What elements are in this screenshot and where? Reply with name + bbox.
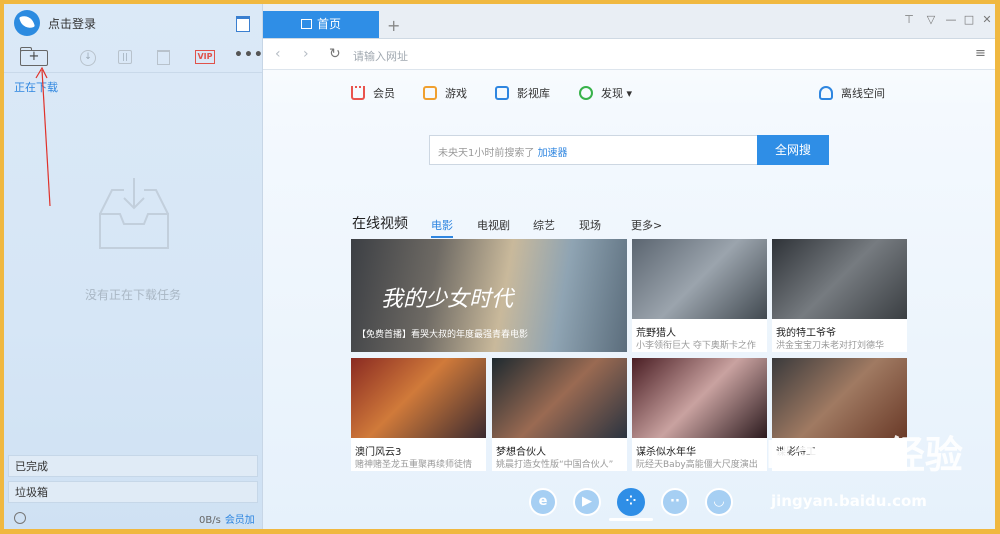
new-tab-button[interactable]: + xyxy=(387,16,400,35)
section-title: 在线视频 xyxy=(352,216,408,232)
tab-bar: 首页 + ⊤ ▽ — □ ✕ xyxy=(263,4,995,39)
more-button[interactable]: ••• xyxy=(234,48,263,66)
video-tile[interactable]: 我的特工爷爷 洪金宝宝刀未老对打刘德华 xyxy=(772,239,907,352)
smile-dock-icon[interactable]: ◡ xyxy=(705,488,733,516)
category-completed[interactable]: 已完成 xyxy=(8,455,258,477)
search-button[interactable]: 全网搜 xyxy=(757,135,829,165)
menu-icon[interactable]: ≡ xyxy=(975,47,986,61)
empty-inbox-icon xyxy=(99,178,169,249)
featured-video[interactable]: 我的少女时代 【免费首播】看哭大叔的年度最强青春电影 xyxy=(351,239,627,352)
video-tile[interactable]: 梦想合伙人 姚晨打造女性版“中国合伙人” xyxy=(492,358,627,471)
skin-icon[interactable]: ⊤ xyxy=(903,14,915,26)
app-window: 点击登录 + ↓ || VIP ••• 正在下载 没有正在下载任务 已完成 垃圾… xyxy=(4,4,995,529)
video-thumbnail xyxy=(492,358,627,438)
download-panel: 点击登录 + ↓ || VIP ••• 正在下载 没有正在下载任务 已完成 垃圾… xyxy=(4,4,263,529)
game-icon xyxy=(423,86,437,100)
search-placeholder: 未央天1小时前搜索了 加速器 xyxy=(438,148,568,159)
crown-icon xyxy=(351,86,365,100)
back-icon[interactable]: ‹ xyxy=(275,46,281,62)
vip-button[interactable]: VIP xyxy=(195,50,215,64)
home-icon xyxy=(300,19,312,29)
video-tile[interactable]: 谋杀似水年华 阮经天Baby高能僵大尺度演出 xyxy=(632,358,767,471)
watermark-logo: Baidu经验 xyxy=(765,433,963,477)
address-bar: ‹ › ↻ 请输入网址 ≡ xyxy=(263,39,995,70)
minimize-icon[interactable]: — xyxy=(945,14,957,26)
empty-state-text: 没有正在下载任务 xyxy=(84,288,181,302)
film-icon xyxy=(495,86,509,100)
browser-panel: 首页 + ⊤ ▽ — □ ✕ ‹ › ↻ 请输入网址 ≡ 会员 游戏 影视库 发… xyxy=(263,4,995,529)
featured-caption: 【免费首播】看哭大叔的年度最强青春电影 xyxy=(357,330,529,340)
search-hint-link[interactable]: 加速器 xyxy=(538,148,568,159)
start-icon[interactable]: ↓ xyxy=(80,50,96,66)
refresh-icon[interactable]: ↻ xyxy=(329,46,341,62)
video-thumbnail xyxy=(351,358,486,438)
game-dock-icon[interactable]: ·· xyxy=(661,488,689,516)
alarm-icon[interactable] xyxy=(14,512,26,524)
cloud-icon xyxy=(819,86,833,100)
window-frame: 点击登录 + ↓ || VIP ••• 正在下载 没有正在下载任务 已完成 垃圾… xyxy=(0,0,1000,534)
search-input[interactable]: 未央天1小时前搜索了 加速器 xyxy=(429,135,759,165)
featured-title-art: 我的少女时代 xyxy=(381,287,514,312)
calendar-icon[interactable] xyxy=(236,16,250,32)
speed-readout: 0B/s会员加速 xyxy=(199,511,262,529)
browser-dock-icon[interactable]: e xyxy=(529,488,557,516)
category-trash[interactable]: 垃圾箱 xyxy=(8,481,258,503)
url-input[interactable]: 请输入网址 xyxy=(353,48,408,64)
close-icon[interactable]: ✕ xyxy=(981,14,993,26)
tab-live[interactable]: 现场 xyxy=(579,217,601,233)
tab-label: 首页 xyxy=(316,17,341,31)
video-thumbnail xyxy=(632,358,767,438)
pause-icon[interactable]: || xyxy=(118,50,132,64)
delete-icon[interactable] xyxy=(157,50,170,65)
login-button[interactable]: 点击登录 xyxy=(48,15,96,32)
forward-icon[interactable]: › xyxy=(303,46,309,62)
tab-variety[interactable]: 综艺 xyxy=(533,217,555,233)
speed-value: 0B/s xyxy=(199,515,221,526)
watermark-url: jingyan.baidu.com xyxy=(771,492,927,510)
maximize-icon[interactable]: □ xyxy=(963,14,975,26)
dropdown-icon[interactable]: ▽ xyxy=(925,14,937,26)
tab-movies[interactable]: 电影 xyxy=(431,217,453,238)
tab-more[interactable]: 更多> xyxy=(631,217,662,233)
play-dock-icon[interactable]: ▶ xyxy=(573,488,601,516)
dock-indicator xyxy=(609,518,653,521)
apps-dock-icon[interactable]: ⁘ xyxy=(617,488,645,516)
video-thumbnail xyxy=(632,239,767,319)
video-tile[interactable]: 澳门风云3 赌神赌圣龙五重聚再续师徒情 xyxy=(351,358,486,471)
tab-tv[interactable]: 电视剧 xyxy=(477,217,510,233)
annotation-arrow xyxy=(35,66,51,207)
tab-home[interactable]: 首页 xyxy=(263,11,379,38)
app-logo-icon xyxy=(14,10,40,36)
discover-icon xyxy=(579,86,593,100)
video-tile[interactable]: 荒野猎人 小李领衔巨大 夺下奥斯卡之作 xyxy=(632,239,767,352)
video-thumbnail xyxy=(772,239,907,319)
